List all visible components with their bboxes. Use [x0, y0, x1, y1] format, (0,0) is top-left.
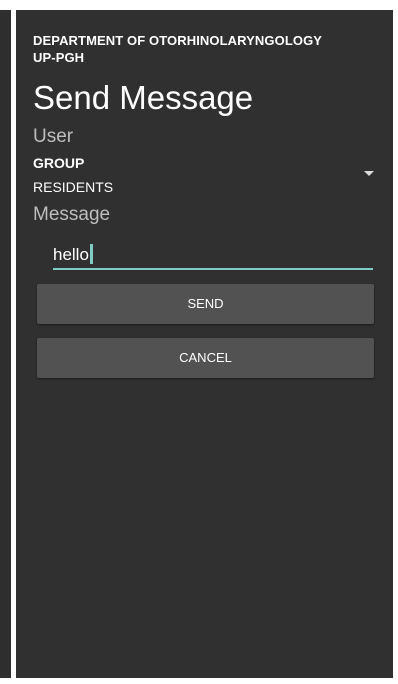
- department-name: DEPARTMENT OF OTORHINOLARYNGOLOGY: [33, 33, 323, 48]
- recipient-group: RESIDENTS: [33, 179, 114, 195]
- department-unit: UP-PGH: [33, 50, 85, 65]
- text-caret: [89, 244, 93, 264]
- message-input-underline: [53, 268, 373, 270]
- left-edge-panel: [0, 10, 11, 678]
- cancel-button[interactable]: CANCEL: [37, 338, 374, 378]
- dropdown-triangle-icon: [364, 171, 374, 176]
- send-button[interactable]: SEND: [37, 284, 374, 324]
- message-input-value: hello: [53, 245, 89, 264]
- send-message-screen: DEPARTMENT OF OTORHINOLARYNGOLOGY UP-PGH…: [16, 10, 393, 678]
- user-label: User: [33, 126, 74, 147]
- app-frame: DEPARTMENT OF OTORHINOLARYNGOLOGY UP-PGH…: [0, 0, 398, 684]
- recipient-type: GROUP: [33, 155, 85, 171]
- department-header: DEPARTMENT OF OTORHINOLARYNGOLOGY UP-PGH: [33, 32, 322, 66]
- message-label: Message: [33, 204, 111, 225]
- page-title: Send Message: [33, 79, 254, 116]
- recipient-spinner[interactable]: GROUP RESIDENTS: [33, 154, 374, 198]
- message-input-content: hello: [53, 244, 93, 266]
- message-input[interactable]: hello: [53, 240, 373, 270]
